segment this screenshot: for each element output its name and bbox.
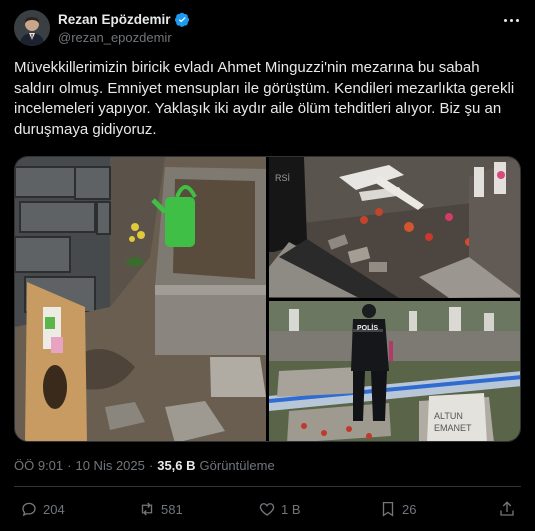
views-label: Görüntüleme <box>199 458 275 473</box>
gravestone-name-1: ALTUN <box>434 411 463 421</box>
user-handle[interactable]: @rezan_epozdemir <box>58 30 172 45</box>
grave-with-watering-can-photo[interactable] <box>15 157 266 441</box>
meta-separator: · <box>148 458 154 473</box>
tweet-time[interactable]: ÖÖ 9:01 <box>14 458 63 473</box>
like-count: 1 B <box>281 501 301 517</box>
bookmark-count: 26 <box>402 501 417 517</box>
repost-button[interactable]: 581 <box>138 500 183 518</box>
reply-button[interactable]: 204 <box>20 500 65 518</box>
repost-icon <box>138 500 156 518</box>
meta-separator: · <box>67 458 72 473</box>
gravestone-name-2: EMANET <box>434 423 472 433</box>
vandalized-grave-photo[interactable]: RSİ <box>269 157 520 298</box>
divider <box>14 486 521 487</box>
tweet-date[interactable]: 10 Nis 2025 <box>75 458 144 473</box>
verified-badge-icon <box>174 12 190 27</box>
more-options-icon[interactable] <box>501 13 521 27</box>
like-button[interactable]: 1 B <box>258 500 301 518</box>
action-bar: 204 581 1 B 26 <box>14 496 521 524</box>
heart-icon <box>258 500 276 518</box>
share-icon <box>498 500 516 518</box>
share-button[interactable] <box>498 500 516 518</box>
bookmark-icon <box>379 500 397 518</box>
reply-count: 204 <box>43 501 65 517</box>
avatar[interactable] <box>14 10 50 46</box>
repost-count: 581 <box>161 501 183 517</box>
stone-label: RSİ <box>275 173 290 183</box>
police-label: POLİS <box>357 324 378 332</box>
reply-icon <box>20 500 38 518</box>
display-name[interactable]: Rezan Epözdemir <box>58 12 171 27</box>
media-grid: RSİ ALTUN EMANET POLİS <box>14 156 521 442</box>
bookmark-button[interactable]: 26 <box>379 500 416 518</box>
views-count: 35,6 B <box>157 458 196 473</box>
tweet-meta: ÖÖ 9:01 · 10 Nis 2025 · 35,6 B Görüntüle… <box>14 458 275 473</box>
tweet-header: Rezan Epözdemir @rezan_epozdemir <box>14 10 521 50</box>
police-officer-at-cemetery-photo[interactable]: ALTUN EMANET POLİS <box>269 301 520 441</box>
tweet-text: Müvekkillerimizin biricik evladı Ahmet M… <box>14 59 515 138</box>
